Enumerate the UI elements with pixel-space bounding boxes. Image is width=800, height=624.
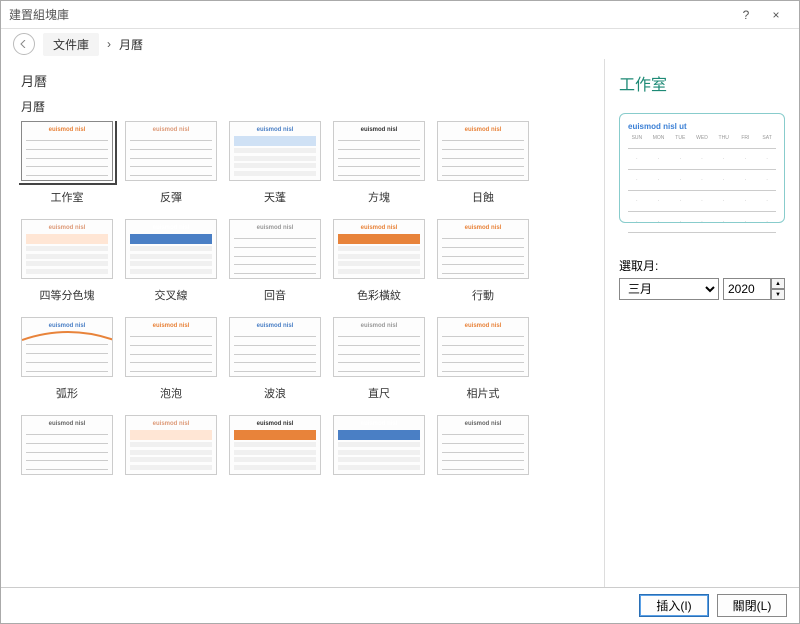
gallery-tile[interactable]: euismod nisl xyxy=(19,415,115,497)
tile-thumbnail: euismod nisl xyxy=(437,415,529,475)
gallery-tile[interactable]: euismod nisl xyxy=(331,415,427,497)
tile-label: 方塊 xyxy=(333,189,425,203)
gallery-tile[interactable]: euismod nisl 日蝕 xyxy=(435,121,531,203)
close-dialog-button[interactable]: 關閉(L) xyxy=(717,594,787,617)
year-spinner[interactable]: ▲ ▼ xyxy=(771,278,785,300)
gallery-grid: euismod nisl工作室euismod nisl反彈euismod nis… xyxy=(19,121,594,513)
tile-label: 四等分色塊 xyxy=(21,287,113,301)
tile-label: 直尺 xyxy=(333,385,425,399)
gallery-tile[interactable]: euismod nisl xyxy=(123,415,219,497)
tile-thumbnail: euismod nisl xyxy=(229,219,321,279)
tile-label: 工作室 xyxy=(21,189,113,203)
tile-label: 泡泡 xyxy=(125,385,217,399)
tile-thumbnail: euismod nisl xyxy=(229,121,321,181)
tile-label: 行動 xyxy=(437,287,529,301)
tile-thumbnail: euismod nisl xyxy=(229,317,321,377)
subcategory-title: 月曆 xyxy=(21,98,598,115)
tile-thumbnail: euismod nisl xyxy=(437,317,529,377)
dialog-footer: 插入(I) 關閉(L) xyxy=(1,587,799,623)
tile-thumbnail: euismod nisl xyxy=(437,121,529,181)
preview-day-row: SUNMONTUEWEDTHUFRISAT xyxy=(628,135,776,141)
tile-label xyxy=(229,483,321,497)
tile-label: 回音 xyxy=(229,287,321,301)
gallery-tile[interactable]: euismod nisl 色彩橫紋 xyxy=(331,219,427,301)
window-title: 建置組塊庫 xyxy=(9,6,731,23)
breadcrumb-root[interactable]: 文件庫 xyxy=(43,33,99,56)
preview-title: 工作室 xyxy=(619,71,785,95)
tile-thumbnail: euismod nisl xyxy=(333,121,425,181)
tile-label: 弧形 xyxy=(21,385,113,399)
gallery-scroll[interactable]: euismod nisl工作室euismod nisl反彈euismod nis… xyxy=(19,121,598,587)
breadcrumb-leaf: 月曆 xyxy=(119,36,143,53)
tile-thumbnail: euismod nisl xyxy=(125,317,217,377)
gallery-tile[interactable]: euismod nisl 波浪 xyxy=(227,317,323,399)
gallery-tile[interactable]: euismod nisl 弧形 xyxy=(19,317,115,399)
gallery-tile[interactable]: euismod nisl 天蓬 xyxy=(227,121,323,203)
gallery-tile[interactable]: euismod nisl 泡泡 xyxy=(123,317,219,399)
gallery-tile[interactable]: euismod nisl 相片式 xyxy=(435,317,531,399)
gallery-tile[interactable]: euismod nisl xyxy=(435,415,531,497)
preview-thumbnail: euismod nisl ut SUNMONTUEWEDTHUFRISAT ··… xyxy=(619,113,785,223)
tile-thumbnail: euismod nisl xyxy=(333,219,425,279)
tile-label xyxy=(437,483,529,497)
spin-up-icon[interactable]: ▲ xyxy=(771,278,785,289)
gallery-tile[interactable]: euismod nisl xyxy=(227,415,323,497)
gallery-tile[interactable]: euismod nisl 直尺 xyxy=(331,317,427,399)
tile-thumbnail: euismod nisl xyxy=(437,219,529,279)
spin-down-icon[interactable]: ▼ xyxy=(771,289,785,300)
category-title: 月曆 xyxy=(21,71,598,90)
tile-thumbnail: euismod nisl xyxy=(21,219,113,279)
gallery-tile[interactable]: euismod nisl 四等分色塊 xyxy=(19,219,115,301)
preview-panel: 工作室 euismod nisl ut SUNMONTUEWEDTHUFRISA… xyxy=(604,59,799,587)
tile-label: 反彈 xyxy=(125,189,217,203)
tile-label: 交叉線 xyxy=(125,287,217,301)
tile-label xyxy=(21,483,113,497)
gallery-panel: 月曆 月曆 euismod nisl工作室euismod nisl反彈euism… xyxy=(1,59,604,587)
gallery-tile[interactable]: euismod nisl 回音 xyxy=(227,219,323,301)
tile-thumbnail: euismod nisl xyxy=(125,121,217,181)
gallery-tile[interactable]: euismod nisl 工作室 xyxy=(19,121,115,203)
year-input[interactable] xyxy=(723,278,771,300)
breadcrumb-bar: 文件庫 › 月曆 xyxy=(1,29,799,59)
tile-label: 波浪 xyxy=(229,385,321,399)
tile-thumbnail: euismod nisl xyxy=(333,317,425,377)
tile-label: 色彩橫紋 xyxy=(333,287,425,301)
tile-label xyxy=(125,483,217,497)
tile-label xyxy=(333,483,425,497)
back-button[interactable] xyxy=(13,33,35,55)
gallery-tile[interactable]: euismod nisl 行動 xyxy=(435,219,531,301)
tile-label: 相片式 xyxy=(437,385,529,399)
close-button[interactable]: × xyxy=(761,8,791,22)
tile-thumbnail: euismod nisl xyxy=(125,415,217,475)
gallery-tile[interactable]: euismod nisl 交叉線 xyxy=(123,219,219,301)
tile-thumbnail: euismod nisl xyxy=(21,415,113,475)
gallery-tile[interactable]: euismod nisl 方塊 xyxy=(331,121,427,203)
help-button[interactable]: ? xyxy=(731,8,761,22)
preview-header-text: euismod nisl ut xyxy=(628,122,776,131)
breadcrumb-separator: › xyxy=(107,37,111,51)
tile-thumbnail: euismod nisl xyxy=(125,219,217,279)
tile-thumbnail: euismod nisl xyxy=(333,415,425,475)
tile-thumbnail: euismod nisl xyxy=(21,121,113,181)
title-bar: 建置組塊庫 ? × xyxy=(1,1,799,29)
tile-label: 天蓬 xyxy=(229,189,321,203)
month-select[interactable]: 三月 xyxy=(619,278,719,300)
insert-button[interactable]: 插入(I) xyxy=(639,594,709,617)
month-label: 選取月: xyxy=(619,257,785,274)
tile-thumbnail: euismod nisl xyxy=(229,415,321,475)
tile-label: 日蝕 xyxy=(437,189,529,203)
tile-thumbnail: euismod nisl xyxy=(21,317,113,377)
chevron-left-icon xyxy=(20,40,28,48)
month-picker: 選取月: 三月 ▲ ▼ xyxy=(619,257,785,300)
gallery-tile[interactable]: euismod nisl 反彈 xyxy=(123,121,219,203)
